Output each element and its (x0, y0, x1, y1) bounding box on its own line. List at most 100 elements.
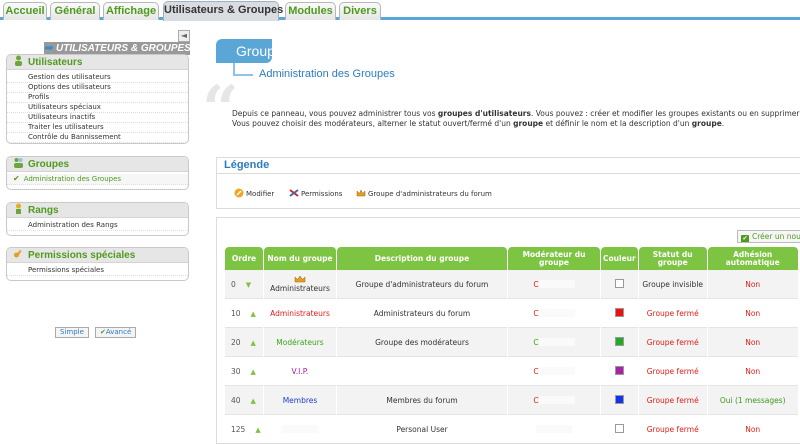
group-name-link[interactable] (282, 424, 318, 433)
section-title: Permissions spéciales (28, 250, 136, 261)
group-name-link[interactable]: Modérateurs (276, 338, 323, 347)
cell-order: 125 ▲ (225, 415, 263, 443)
menu-item-traiter-utilisateurs[interactable]: Traiter les utilisateurs (7, 123, 188, 133)
legend-item-permissions: Permissions (289, 188, 342, 199)
cell-status: Groupe fermé (638, 299, 707, 328)
edit-icon (234, 188, 244, 198)
tab-utilisateurs-groupes[interactable]: Utilisateurs & Groupes (163, 1, 283, 21)
legend-title: Légende (224, 159, 270, 171)
section-title: Groupes (28, 159, 70, 170)
legend-label: Modifier (246, 190, 275, 198)
auto-join-value: Non (745, 366, 761, 376)
cell-status: Groupe invisible (638, 270, 707, 299)
tab-general[interactable]: Général (50, 2, 100, 20)
group-name-link[interactable]: Administrateurs (270, 284, 330, 293)
move-down-icon[interactable]: ▼ (246, 281, 251, 289)
view-simple-button[interactable]: Simple (55, 327, 89, 338)
auto-join-value: Non (745, 337, 761, 347)
cell-moderator: C (508, 357, 600, 386)
create-group-label: Créer un nouve (752, 232, 800, 241)
intro-text-part: . Vous pouvez : créer et modifier les gr… (530, 109, 800, 118)
legend-item-admin-group: Groupe d'administrateurs du forum (356, 188, 492, 199)
tab-accueil[interactable]: Accueil (3, 2, 47, 20)
color-swatch (614, 394, 624, 404)
cell-auto-join: Non (707, 299, 798, 328)
groups-table-panel: ✔Créer un nouve Ordre Nom du groupe Desc… (216, 217, 800, 444)
header-moderateur[interactable]: Modérateur du groupe (508, 247, 600, 270)
move-up-icon[interactable]: ▲ (255, 426, 260, 434)
menu-item-administration-groupes[interactable]: ✔ Administration des Groupes (7, 174, 188, 185)
order-value: 30 (231, 366, 241, 376)
cell-color (601, 386, 638, 415)
color-swatch (614, 423, 624, 433)
group-status: Groupe fermé (646, 424, 699, 434)
cell-group-name: Administrateurs (264, 299, 336, 328)
color-swatch (614, 336, 624, 346)
group-name-link[interactable]: Membres (283, 396, 318, 405)
move-up-icon[interactable]: ▲ (251, 310, 256, 318)
header-couleur[interactable]: Couleur (601, 247, 638, 270)
table-header-row: Ordre Nom du groupe Description du group… (225, 247, 798, 270)
tab-modules[interactable]: Modules (285, 2, 336, 20)
menu-item-profils[interactable]: Profils (7, 93, 188, 103)
header-ordre[interactable]: Ordre (225, 247, 263, 270)
cell-group-name: Administrateurs (264, 270, 336, 299)
collapse-panel-button[interactable]: ◄ (178, 30, 190, 42)
menu-item-options-utilisateurs[interactable]: Options des utilisateurs (7, 83, 188, 93)
group-description: Groupe des modérateurs (375, 337, 469, 347)
cell-moderator: C (508, 270, 600, 299)
cell-color (601, 357, 638, 386)
moderator-redacted (538, 366, 575, 375)
intro-text-bold: groupe (691, 119, 722, 128)
create-group-button[interactable]: ✔Créer un nouve (737, 230, 800, 243)
menu-item-permissions-speciales[interactable]: Permissions spéciales (7, 266, 188, 276)
cell-status: Groupe fermé (638, 415, 707, 443)
header-description[interactable]: Description du groupe (337, 247, 507, 270)
moderator-redacted (538, 279, 575, 288)
top-tab-bar: Accueil Général Affichage Utilisateurs &… (0, 0, 800, 21)
cell-color (601, 270, 638, 299)
view-advanced-button[interactable]: ✔Avancé (95, 327, 137, 338)
cell-group-name: Membres (264, 386, 336, 415)
group-description: Groupe d'administrateurs du forum (355, 279, 489, 289)
menu-item-gestion-utilisateurs[interactable]: Gestion des utilisateurs (7, 73, 188, 83)
intro-text-part: . (721, 119, 725, 128)
cell-moderator: C (508, 328, 600, 357)
menu-item-controle-bannissement[interactable]: Contrôle du Bannissement (7, 133, 188, 143)
crown-icon (356, 189, 366, 197)
section-header-groupes[interactable]: Groupes (7, 157, 188, 172)
tab-affichage[interactable]: Affichage (103, 2, 159, 20)
header-nom[interactable]: Nom du groupe (264, 247, 336, 270)
section-header-permissions[interactable]: Permissions spéciales (7, 248, 188, 263)
section-header-rangs[interactable]: Rangs (7, 203, 188, 218)
intro-text-bold: groupes d'utilisateurs (437, 109, 531, 118)
section-header-utilisateurs[interactable]: Utilisateurs (7, 55, 188, 70)
header-statut[interactable]: Statut du groupe (638, 247, 707, 270)
menu-item-utilisateurs-speciaux[interactable]: Utilisateurs spéciaux (7, 103, 188, 113)
cell-status: Groupe fermé (638, 386, 707, 415)
legend-label: Permissions (301, 190, 343, 198)
menu-item-label: Administration des Groupes (23, 175, 122, 183)
move-up-icon[interactable]: ▲ (251, 339, 256, 347)
crown-icon (294, 275, 306, 283)
move-up-icon[interactable]: ▲ (251, 397, 256, 405)
menu-item-administration-rangs[interactable]: Administration des Rangs (7, 221, 188, 231)
cell-group-name (264, 415, 336, 443)
group-name-link[interactable]: V.I.P. (292, 367, 309, 376)
cell-order: 40 ▲ (225, 386, 263, 415)
move-up-icon[interactable]: ▲ (251, 368, 256, 376)
moderator-redacted (538, 337, 575, 346)
table-row: 20 ▲ Modérateurs Groupe des modérateurs C Gro… (225, 328, 798, 357)
group-icon (14, 158, 23, 168)
table-row: 0 ▼ Administrateurs Groupe d'administrateur… (225, 270, 798, 299)
tab-divers[interactable]: Divers (339, 2, 381, 20)
group-status: Groupe fermé (646, 366, 699, 376)
cell-description: Groupe des modérateurs (337, 328, 507, 357)
header-adhesion[interactable]: Adhésion automatique (707, 247, 798, 270)
group-name-link[interactable]: Administrateurs (270, 309, 330, 318)
moderator-redacted (536, 424, 572, 433)
page-subtitle: Administration des Groupes (259, 68, 395, 80)
intro-text-part: et définir le nom et la description d'un (543, 119, 692, 128)
cell-order: 0 ▼ (225, 270, 263, 299)
menu-item-utilisateurs-inactifs[interactable]: Utilisateurs inactifs (7, 113, 188, 123)
